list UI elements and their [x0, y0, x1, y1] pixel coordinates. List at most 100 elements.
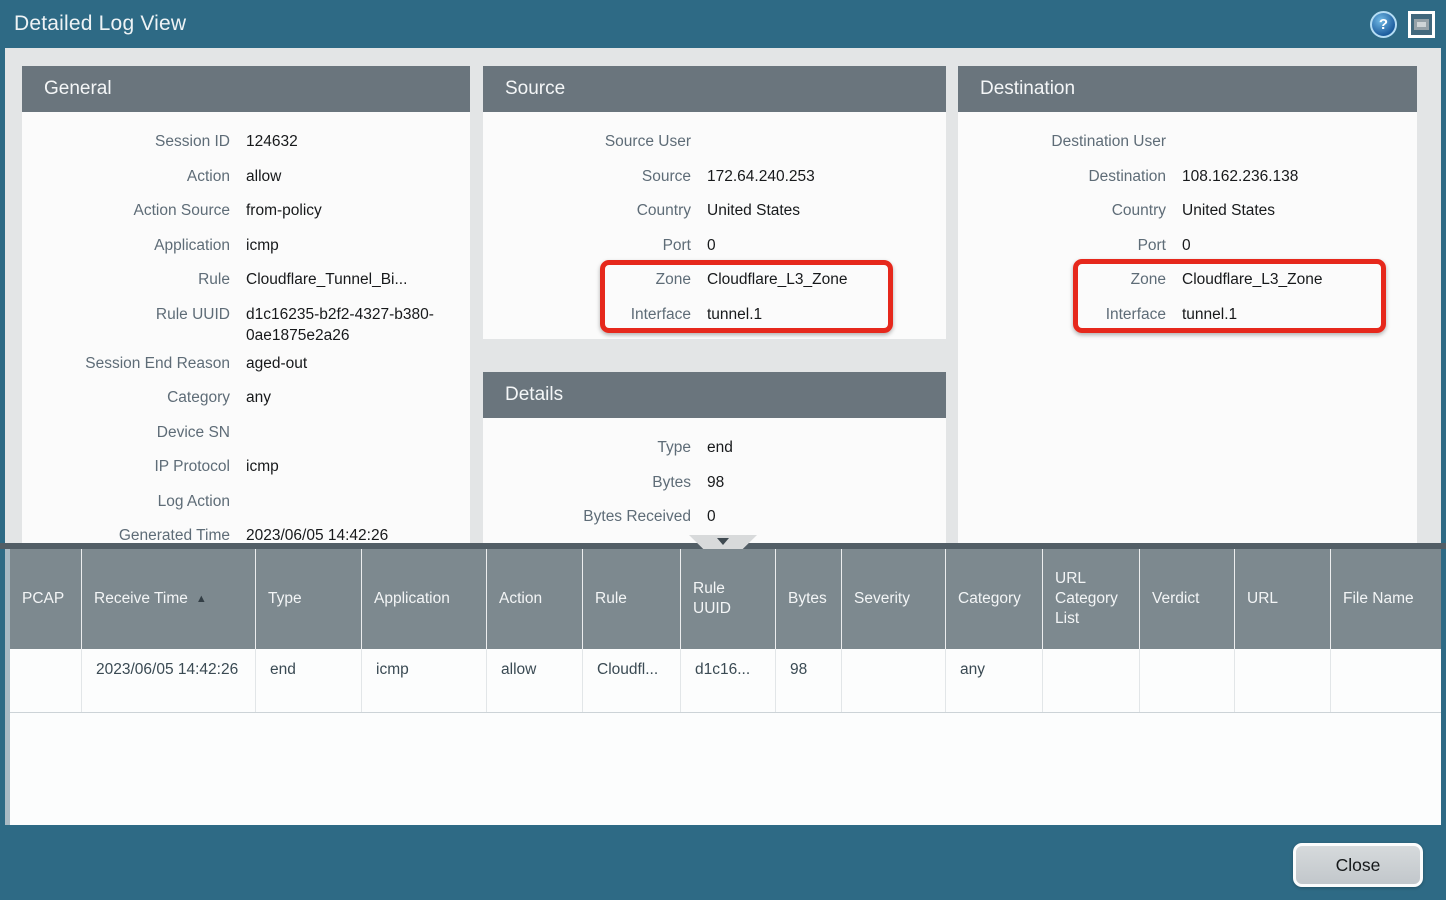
dialog-title: Detailed Log View: [14, 12, 1370, 36]
field-value: d1c16235-b2f2-4327-b380-0ae1875e2a26: [246, 297, 460, 346]
column-header-label: URL Category List: [1055, 569, 1131, 629]
field-label: Action: [22, 159, 230, 194]
field-value: any: [246, 380, 460, 415]
field-value: [246, 415, 460, 450]
field-row: Port 0: [958, 228, 1407, 263]
log-detail-panels-area: General Session ID124632ActionallowActio…: [5, 48, 1441, 543]
field-value: from-policy: [246, 193, 460, 228]
column-header-label: URL: [1247, 589, 1278, 609]
column-header-category[interactable]: Category: [946, 549, 1043, 649]
field-label: Generated Time: [22, 518, 230, 543]
general-panel: General Session ID124632ActionallowActio…: [22, 66, 470, 543]
field-label: Country: [483, 193, 691, 228]
general-panel-title: General: [22, 66, 470, 112]
column-header-file-name[interactable]: File Name: [1331, 549, 1441, 649]
help-icon[interactable]: ?: [1370, 11, 1397, 38]
field-label: Destination User: [958, 124, 1166, 159]
field-label: Source User: [483, 124, 691, 159]
source-panel-title: Source: [483, 66, 946, 112]
chevron-down-icon: [717, 538, 729, 545]
field-row: Generated Time2023/06/05 14:42:26: [22, 518, 460, 543]
column-header-url[interactable]: URL: [1235, 549, 1331, 649]
field-row: Session ID124632: [22, 124, 460, 159]
general-panel-body: Session ID124632ActionallowAction Source…: [22, 112, 470, 543]
column-header-rule[interactable]: Rule: [583, 549, 681, 649]
column-header-label: Application: [374, 589, 450, 609]
column-header-verdict[interactable]: Verdict: [1140, 549, 1235, 649]
log-table-row[interactable]: 2023/06/05 14:42:26endicmpallowCloudfl..…: [10, 649, 1441, 713]
field-row: Bytes Received0: [483, 499, 936, 534]
field-label: Session End Reason: [22, 346, 230, 381]
column-header-label: Rule UUID: [693, 579, 767, 619]
field-row: Device SN: [22, 415, 460, 450]
column-header-label: Bytes: [788, 589, 827, 609]
field-label: Rule: [22, 262, 230, 297]
field-label: Log Action: [22, 484, 230, 519]
column-header-action[interactable]: Action: [487, 549, 583, 649]
detailed-log-view-dialog: Detailed Log View ? General Session ID12…: [0, 0, 1446, 900]
field-row: Session End Reason aged-out: [22, 346, 460, 381]
field-row: CountryUnited States: [483, 193, 936, 228]
column-header-label: Verdict: [1152, 589, 1199, 609]
column-header-label: PCAP: [22, 589, 64, 609]
field-label: Source: [483, 159, 691, 194]
field-row: IP Protocolicmp: [22, 449, 460, 484]
column-header-application[interactable]: Application: [362, 549, 487, 649]
field-value: 108.162.236.138: [1182, 159, 1407, 194]
column-header-label: Action: [499, 589, 542, 609]
close-button[interactable]: Close: [1293, 843, 1423, 887]
log-table-section: PCAP Receive Time▲ Type Application Action Ru…: [5, 549, 1441, 825]
field-label: Action Source: [22, 193, 230, 228]
highlight-annotation-destination-zone-interface: [1073, 259, 1386, 333]
field-label: Destination: [958, 159, 1166, 194]
column-header-receive-time[interactable]: Receive Time▲: [82, 549, 256, 649]
field-label: Category: [22, 380, 230, 415]
field-row: Category any: [22, 380, 460, 415]
column-header-severity[interactable]: Severity: [842, 549, 946, 649]
column-header-rule-uuid[interactable]: Rule UUID: [681, 549, 776, 649]
field-row: Rule Cloudflare_Tunnel_Bi...: [22, 262, 460, 297]
field-row: Country United States: [958, 193, 1407, 228]
maximize-window-icon[interactable]: [1408, 11, 1435, 38]
table-cell: [842, 649, 946, 712]
table-cell: d1c16...: [681, 649, 776, 712]
field-row: Destination User: [958, 124, 1407, 159]
field-label: Application: [22, 228, 230, 263]
table-cell: [10, 649, 82, 712]
dialog-footer: Close: [0, 825, 1446, 900]
field-value: 0: [707, 228, 936, 263]
field-row: Source 172.64.240.253: [483, 159, 936, 194]
field-value: 0: [707, 499, 936, 534]
field-row: Source User: [483, 124, 936, 159]
field-label: Port: [958, 228, 1166, 263]
column-header-label: File Name: [1343, 589, 1414, 609]
table-cell: 2023/06/05 14:42:26: [82, 649, 256, 712]
splitter-collapse-handle[interactable]: [689, 535, 757, 549]
highlight-annotation-source-zone-interface: [600, 260, 893, 333]
field-value: end: [707, 430, 936, 465]
column-header-pcap[interactable]: PCAP: [10, 549, 82, 649]
column-header-type[interactable]: Type: [256, 549, 362, 649]
field-value: 172.64.240.253: [707, 159, 936, 194]
field-value: Cloudflare_Tunnel_Bi...: [246, 262, 460, 297]
column-header-label: Type: [268, 589, 302, 609]
column-header-bytes[interactable]: Bytes: [776, 549, 842, 649]
field-value: 0: [1182, 228, 1407, 263]
panel-table-splitter: [0, 543, 1446, 549]
field-value: United States: [1182, 193, 1407, 228]
table-cell: icmp: [362, 649, 487, 712]
column-header-url-category-list[interactable]: URL Category List: [1043, 549, 1140, 649]
field-value: aged-out: [246, 346, 460, 381]
destination-panel-title: Destination: [958, 66, 1417, 112]
details-panel-title: Details: [483, 372, 946, 418]
column-header-label: Category: [958, 589, 1021, 609]
log-table-header: PCAP Receive Time▲ Type Application Action Ru…: [10, 549, 1441, 649]
table-cell: Cloudfl...: [583, 649, 681, 712]
table-cell: any: [946, 649, 1043, 712]
field-row: Port0: [483, 228, 936, 263]
sort-ascending-icon: ▲: [196, 589, 207, 609]
table-cell: [1331, 649, 1441, 712]
window-pane-glyph: [1414, 19, 1429, 30]
field-label: Country: [958, 193, 1166, 228]
field-row: Bytes98: [483, 465, 936, 500]
